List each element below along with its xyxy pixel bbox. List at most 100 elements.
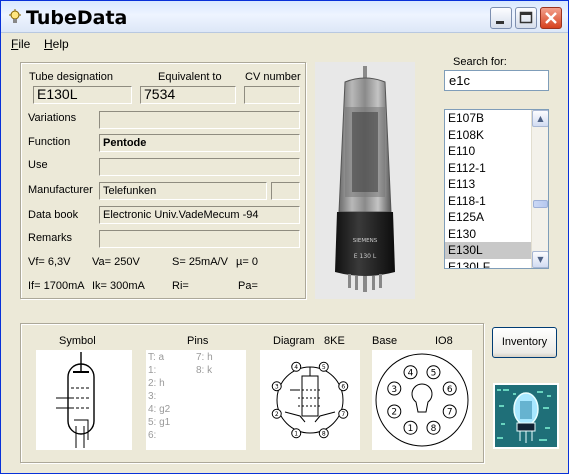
connection-diagram-panel: 1 2 3 4 5 6 7 8	[260, 350, 360, 450]
databook-label: Data book	[28, 209, 79, 221]
tubedata-logo-icon	[493, 383, 559, 449]
pin-entry: 6:	[148, 430, 157, 441]
results-listbox[interactable]: E107B E108K E110 E112-1 E113 E118-1 E125A E130 E…	[444, 109, 549, 269]
scroll-down-icon: ▼	[537, 255, 544, 264]
inventory-button-label: Inventory	[501, 336, 548, 348]
scroll-thumb[interactable]	[533, 200, 548, 208]
manufacturer-label: Manufacturer	[28, 184, 93, 196]
minimize-button[interactable]	[490, 7, 512, 29]
menu-help[interactable]: Help	[44, 37, 69, 51]
app-window: TubeData File Help Tube designation Equi…	[0, 0, 569, 474]
function-label: Function	[28, 136, 71, 148]
designation-field[interactable]: E130L	[33, 86, 132, 104]
base-code: IO8	[435, 335, 453, 347]
pin-marker: 2	[271, 408, 282, 419]
pin-number: 7	[447, 408, 453, 418]
lightbulb-icon	[9, 9, 21, 23]
pin-entry: 5: g1	[148, 417, 171, 428]
scroll-down-button[interactable]: ▼	[532, 251, 548, 268]
pin-entry: 3:	[148, 391, 157, 402]
search-label: Search for:	[453, 56, 507, 68]
base-panel: 12345678	[372, 350, 472, 450]
variations-label: Variations	[28, 112, 77, 124]
title-bar[interactable]: TubeData	[1, 1, 568, 33]
menu-bar: File Help	[1, 34, 568, 54]
menu-file-label: ile	[18, 37, 31, 51]
ik-value: Ik= 300mA	[92, 280, 145, 292]
use-label: Use	[28, 159, 48, 171]
pin-marker: 7	[338, 408, 349, 419]
search-input[interactable]	[444, 70, 549, 91]
symbol-label: Symbol	[59, 335, 96, 347]
close-button[interactable]	[540, 7, 562, 29]
ri-value: Ri=	[172, 280, 189, 292]
pin-entry: 1:	[148, 365, 157, 376]
pin-marker: 4	[403, 365, 418, 380]
pin-entry: T: a	[148, 352, 165, 363]
designation-label: Tube designation	[29, 71, 113, 83]
pin-number: 6	[447, 385, 453, 395]
cv-field[interactable]	[244, 86, 300, 104]
minimize-icon	[496, 21, 504, 24]
equivalent-label: Equivalent to	[158, 71, 222, 83]
manufacturer-field[interactable]: Telefunken	[99, 182, 267, 200]
pin-marker: 5	[318, 361, 329, 372]
connection-diagram: 1 2 3 4 5 6 7 8	[271, 361, 349, 439]
pin-entry: 7: h	[196, 352, 213, 363]
pin-number: 1	[294, 430, 298, 437]
pin-number: 4	[294, 364, 298, 371]
pins-label: Pins	[187, 335, 209, 347]
diagram-code: 8KE	[324, 335, 345, 347]
pin-marker: 1	[291, 428, 302, 439]
pin-number: 1	[408, 424, 414, 434]
pin-number: 3	[391, 385, 397, 395]
base-label: Base	[372, 335, 398, 347]
scroll-up-button[interactable]: ▲	[532, 110, 548, 127]
photo-brand-text: SIEMENS	[353, 238, 378, 244]
pin-number: 3	[275, 383, 279, 390]
pin-marker: 3	[271, 381, 282, 392]
pin-marker: 6	[338, 381, 349, 392]
equivalent-field[interactable]: 7534	[140, 86, 236, 104]
pentode-symbol-icon	[56, 352, 95, 448]
va-value: Va= 250V	[92, 256, 140, 268]
use-field[interactable]	[99, 158, 300, 176]
close-icon	[545, 12, 557, 24]
pin-number: 4	[408, 369, 414, 379]
pin-number: 7	[341, 411, 345, 418]
pin-number: 6	[341, 383, 345, 390]
vf-value: Vf= 6,3V	[28, 256, 71, 268]
pin-marker: 7	[442, 404, 457, 419]
pin-marker: 6	[442, 381, 457, 396]
pin-entry: 2: h	[148, 378, 165, 389]
remarks-label: Remarks	[28, 232, 73, 244]
pin-entry: 4: g2	[148, 404, 171, 415]
cv-label: CV number	[245, 71, 301, 83]
if-value: If= 1700mA	[28, 280, 85, 292]
pin-marker: 3	[387, 381, 402, 396]
remarks-field[interactable]	[99, 230, 300, 248]
pin-number: 5	[322, 364, 326, 371]
function-field[interactable]: Pentode	[99, 134, 300, 152]
manufacturer-extra-field[interactable]	[271, 182, 300, 200]
pin-number: 5	[431, 369, 437, 379]
menu-file[interactable]: File	[11, 37, 30, 51]
s-value: S= 25mA/V	[172, 256, 228, 268]
tube-symbol-panel	[36, 350, 132, 450]
pin-number: 2	[275, 411, 279, 418]
variations-field[interactable]	[99, 111, 300, 129]
pin-entry: 8: k	[196, 365, 213, 376]
diagram-label: Diagram	[273, 335, 315, 347]
inventory-button[interactable]: Inventory	[492, 327, 557, 358]
pin-marker: 8	[318, 428, 329, 439]
window-title: TubeData	[26, 7, 128, 29]
pa-value: Pa=	[238, 280, 258, 292]
tube-photo: SIEMENS E 130 L	[315, 62, 415, 299]
databook-field[interactable]: Electronic Univ.VadeMecum -94	[99, 206, 300, 224]
menu-help-label: elp	[52, 37, 69, 51]
maximize-button[interactable]	[515, 7, 537, 29]
base-pins: 1234 5678	[387, 365, 457, 435]
pin-marker: 1	[403, 420, 418, 435]
photo-type-text: E 130 L	[354, 253, 377, 260]
results-scrollbar[interactable]: ▲ ▼	[531, 110, 548, 268]
